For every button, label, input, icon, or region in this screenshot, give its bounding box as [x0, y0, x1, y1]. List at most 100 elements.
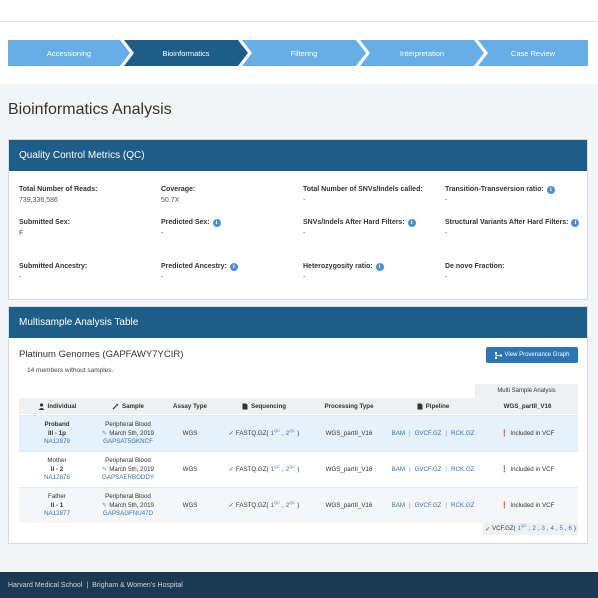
footer-bwh[interactable]: Brigham & Women's Hospital — [92, 582, 183, 589]
info-icon[interactable]: i — [546, 185, 555, 194]
qc-label: Transition-Transversion ratio: i — [445, 184, 555, 195]
relation: Father — [48, 493, 66, 501]
provenance-button-label: View Provenance Graph — [504, 352, 570, 358]
qc-submitted-ancestry: Submitted Ancestry: - — [19, 261, 87, 283]
relation: Proband — [44, 421, 70, 429]
info-icon[interactable]: i — [571, 218, 580, 227]
step-case-review[interactable]: Case Review — [478, 40, 588, 66]
sequencing-cell: ✓ FASTQ.GZ(1QC, 2QC) — [228, 427, 300, 439]
qc-label: De novo Fraction: — [445, 263, 505, 270]
sample-link[interactable]: GAPSAT5GKNCF — [103, 438, 153, 447]
individual-link[interactable]: NA12877 — [44, 510, 70, 519]
qc-value: 739,336,586 — [19, 197, 58, 204]
pipeline-cell: BAM | GVCF.GZ | RCK.GZ — [391, 429, 475, 439]
vcf-status-cell: ❗ Included in VCF — [500, 465, 555, 473]
view-provenance-button[interactable]: View Provenance Graph — [486, 347, 578, 363]
sequencing-file-link[interactable]: 2QC — [286, 500, 295, 511]
step-bioinformatics[interactable]: Bioinformatics — [124, 40, 248, 66]
qc-label: Total Number of SNVs/Indels called: — [303, 186, 423, 193]
individual-link[interactable]: NA12878 — [44, 474, 70, 483]
bam-link[interactable]: BAM — [392, 466, 405, 475]
sample-type: Peripheral Blood — [105, 493, 151, 501]
sample-date: ✎ March 5th, 2019 — [102, 501, 154, 509]
vcf-status-cell: ❗ Included in VCF — [500, 501, 555, 509]
sample-link[interactable]: GAPSAERBODDY — [102, 474, 154, 483]
footer-hms[interactable]: Harvard Medical School — [8, 582, 82, 589]
qc-label: Submitted Sex: — [19, 219, 70, 226]
qc-value: F — [19, 230, 24, 237]
sequencing-file-link[interactable]: 1QC — [271, 428, 280, 439]
qc-label: Structural Variants After Hard Filters: i — [445, 217, 581, 228]
file-icon — [417, 403, 423, 409]
pipeline-cell: BAM | GVCF.GZ | RCK.GZ — [391, 501, 475, 511]
sequencing-cell: ✓ FASTQ.GZ(1QC, 2QC) — [228, 499, 300, 511]
vcf-link[interactable]: 1QC — [517, 524, 526, 533]
step-accessioning[interactable]: Accessioning — [8, 40, 130, 66]
vcf-link[interactable]: 4 — [551, 526, 554, 532]
info-icon[interactable]: i — [407, 218, 416, 227]
header-individual: Individual — [19, 398, 95, 414]
sequencing-cell: ✓ FASTQ.GZ(1QC, 2QC) — [228, 463, 300, 475]
page-title: Bioinformatics Analysis — [8, 101, 172, 118]
pencil-icon: ✎ — [102, 465, 108, 473]
vcf-link[interactable]: 5 — [560, 526, 563, 532]
info-icon[interactable]: i — [229, 262, 238, 271]
qc-value: - — [445, 274, 448, 281]
sample-date: ✎ March 5th, 2019 — [102, 465, 154, 473]
table-row: Mother II - 2 NA12878 Peripheral Blood ✎… — [19, 451, 578, 487]
info-icon[interactable]: i — [375, 262, 384, 271]
pipette-icon — [112, 403, 119, 409]
rck-link[interactable]: RCK.GZ — [451, 466, 474, 475]
header-assay-type: Assay Type — [173, 402, 207, 410]
vcf-link[interactable]: 3 — [542, 526, 545, 532]
sample-cell: Peripheral Blood ✎ March 5th, 2019 GAPSAE… — [95, 452, 161, 488]
rck-link[interactable]: RCK.GZ — [451, 502, 474, 511]
step-filtering[interactable]: Filtering — [242, 40, 366, 66]
sample-link[interactable]: GAPSAGFNU47D — [103, 510, 153, 519]
sequencing-file-link[interactable]: 2QC — [286, 464, 295, 475]
sample-type: Peripheral Blood — [105, 421, 151, 429]
sequencing-file-link[interactable]: 1QC — [271, 464, 280, 475]
person-icon — [38, 402, 45, 410]
qc-predicted-sex: Predicted Sex: i - — [161, 217, 221, 239]
generation: II - 1 — [50, 501, 64, 509]
assay-cell: WGS — [182, 501, 198, 509]
step-interpretation[interactable]: Interpretation — [360, 40, 484, 66]
individual-link[interactable]: NA12879 — [44, 438, 70, 447]
file-icon — [242, 403, 248, 409]
bam-link[interactable]: BAM — [392, 430, 405, 439]
vcf-link[interactable]: 2 — [532, 526, 535, 532]
rck-link[interactable]: RCK.GZ — [451, 430, 474, 439]
qc-value: - — [303, 230, 306, 237]
qc-panel: Quality Control Metrics (QC) Total Numbe… — [8, 139, 588, 300]
check-icon: ✓ — [485, 526, 491, 533]
gvcf-link[interactable]: GVCF.GZ — [415, 466, 442, 475]
qc-label: Heterozygosity ratio: i — [303, 261, 384, 272]
graph-icon — [494, 351, 502, 359]
qc-value: - — [445, 230, 448, 237]
sequencing-file-link[interactable]: 1QC — [271, 500, 280, 511]
table-header: Individual Sample Assay Type Sequencing … — [19, 398, 578, 414]
gvcf-link[interactable]: GVCF.GZ — [415, 502, 442, 511]
info-icon[interactable]: i — [212, 218, 221, 227]
header-pipeline: Pipeline — [389, 398, 477, 414]
individual-cell: Mother II - 2 NA12878 — [19, 452, 95, 488]
sequencing-file-link[interactable]: 2QC — [286, 428, 295, 439]
qc-label: Total Number of Reads: — [19, 186, 98, 193]
gvcf-link[interactable]: GVCF.GZ — [415, 430, 442, 439]
pipeline-cell: BAM | GVCF.GZ | RCK.GZ — [391, 465, 475, 475]
info-circle-icon: ❗ — [500, 501, 509, 509]
vcf-summary: ✓ VCF.GZ( 1QC, 2, 3, 4, 5, 6 ) — [483, 523, 578, 535]
family-title: Platinum Genomes (GAPFAWY7YCIR) — [19, 349, 184, 360]
check-icon: ✓ — [228, 429, 234, 437]
bam-link[interactable]: BAM — [392, 502, 405, 511]
pencil-icon: ✎ — [102, 429, 108, 437]
vcf-link[interactable]: 6 — [569, 526, 572, 532]
pencil-icon: ✎ — [102, 501, 108, 509]
sample-cell: Peripheral Blood ✎ March 5th, 2019 GAPSAT… — [95, 416, 161, 452]
qc-value: - — [303, 274, 306, 281]
qc-label: Predicted Sex: i — [161, 217, 221, 228]
info-circle-icon: ❗ — [500, 465, 509, 473]
info-circle-icon: ❗ — [500, 429, 509, 437]
qc-snvs-after-filters: SNVs/Indels After Hard Filters: i - — [303, 217, 416, 239]
